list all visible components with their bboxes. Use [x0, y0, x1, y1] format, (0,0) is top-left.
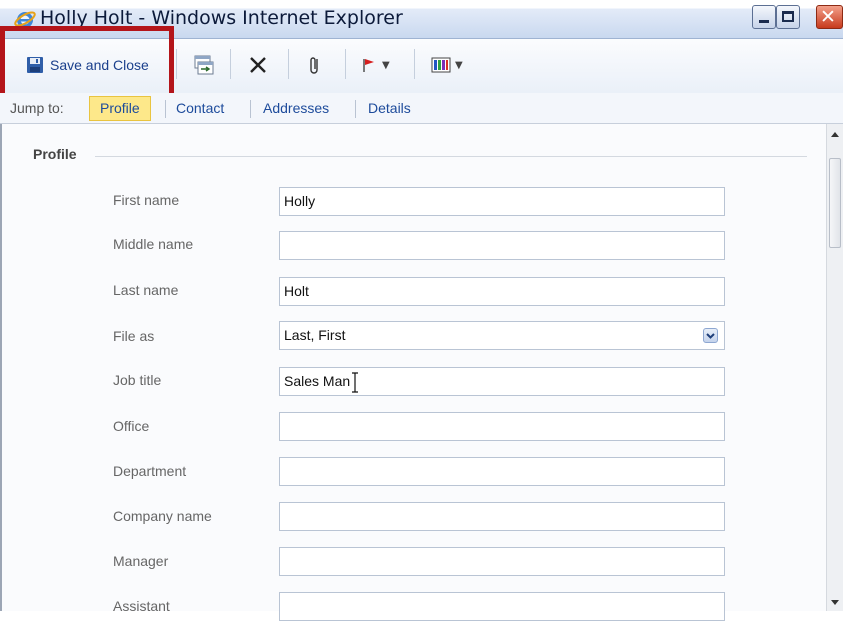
- maximize-icon: [782, 11, 794, 22]
- job-title-value: Sales Man: [284, 373, 351, 389]
- middle-name-label: Middle name: [113, 236, 194, 252]
- last-name-field[interactable]: Holt: [279, 277, 725, 306]
- department-label: Department: [113, 463, 187, 479]
- job-title-field[interactable]: Sales Man: [279, 367, 725, 396]
- assistant-label: Assistant: [113, 598, 170, 614]
- jump-separator: [165, 100, 166, 118]
- jump-separator: [355, 100, 356, 118]
- department-field[interactable]: [279, 457, 725, 486]
- save-icon: [27, 57, 43, 73]
- close-icon: ✕: [820, 6, 836, 28]
- toolbar-separator: [176, 49, 177, 79]
- categorize-button[interactable]: ▼: [431, 50, 463, 80]
- assistant-field[interactable]: [279, 592, 725, 621]
- file-as-label: File as: [113, 328, 155, 344]
- section-divider: [95, 156, 807, 157]
- internet-explorer-icon: [14, 11, 36, 28]
- toolbar-separator: [345, 49, 346, 79]
- chevron-down-icon: ▼: [455, 59, 463, 71]
- jump-to-bar: Jump to: Profile Contact Addresses Detai…: [0, 93, 843, 124]
- scroll-down-icon[interactable]: [828, 595, 842, 609]
- minimize-button[interactable]: [752, 5, 776, 29]
- delete-button[interactable]: [247, 50, 269, 80]
- section-title-profile: Profile: [33, 146, 77, 162]
- chevron-down-icon[interactable]: [703, 328, 718, 343]
- close-button[interactable]: ✕: [816, 5, 843, 29]
- office-field[interactable]: [279, 412, 725, 441]
- scroll-up-icon[interactable]: [828, 128, 842, 142]
- window-title: Holly Holt - Windows Internet Explorer: [40, 7, 403, 29]
- toolbar-separator: [230, 49, 231, 79]
- delete-icon: [250, 57, 266, 73]
- middle-name-field[interactable]: [279, 231, 725, 260]
- flag-button[interactable]: ▼: [360, 50, 390, 80]
- text-cursor-icon: [352, 372, 359, 393]
- jump-link-details[interactable]: Details: [368, 93, 411, 123]
- toolbar-separator: [414, 49, 415, 79]
- flag-icon: [363, 59, 374, 72]
- jump-to-label: Jump to:: [10, 100, 64, 116]
- jump-link-profile[interactable]: Profile: [89, 96, 151, 121]
- save-and-close-button[interactable]: Save and Close: [26, 50, 149, 80]
- manager-label: Manager: [113, 553, 169, 569]
- file-as-value: Last, First: [284, 327, 346, 343]
- company-name-field[interactable]: [279, 502, 725, 531]
- file-as-select[interactable]: Last, First: [279, 321, 725, 350]
- manager-field[interactable]: [279, 547, 725, 576]
- company-name-label: Company name: [113, 508, 212, 524]
- minimize-icon: [759, 20, 769, 23]
- attach-button[interactable]: [306, 50, 324, 80]
- last-name-label: Last name: [113, 282, 179, 298]
- save-and-close-label: Save and Close: [50, 57, 149, 73]
- chevron-down-icon: ▼: [382, 59, 390, 71]
- first-name-field[interactable]: Holly: [279, 187, 725, 216]
- toolbar-separator: [288, 49, 289, 79]
- scroll-thumb[interactable]: [829, 158, 841, 248]
- first-name-label: First name: [113, 192, 180, 208]
- job-title-label: Job title: [113, 372, 162, 388]
- open-new-window-icon: [194, 55, 214, 75]
- jump-link-contact[interactable]: Contact: [176, 93, 224, 123]
- open-new-window-button[interactable]: [192, 50, 214, 80]
- attach-icon: [310, 57, 318, 74]
- toolbar: Save and Close ▼ ▼: [0, 39, 843, 94]
- profile-form: Profile First name Holly Middle name Las…: [0, 124, 826, 621]
- vertical-scrollbar[interactable]: [826, 124, 843, 611]
- window-title-bar[interactable]: Holly Holt - Windows Internet Explorer ✕: [0, 0, 843, 39]
- jump-link-addresses[interactable]: Addresses: [263, 93, 329, 123]
- categorize-icon: [431, 57, 451, 73]
- maximize-button[interactable]: [776, 5, 800, 29]
- office-label: Office: [113, 418, 150, 434]
- jump-separator: [250, 100, 251, 118]
